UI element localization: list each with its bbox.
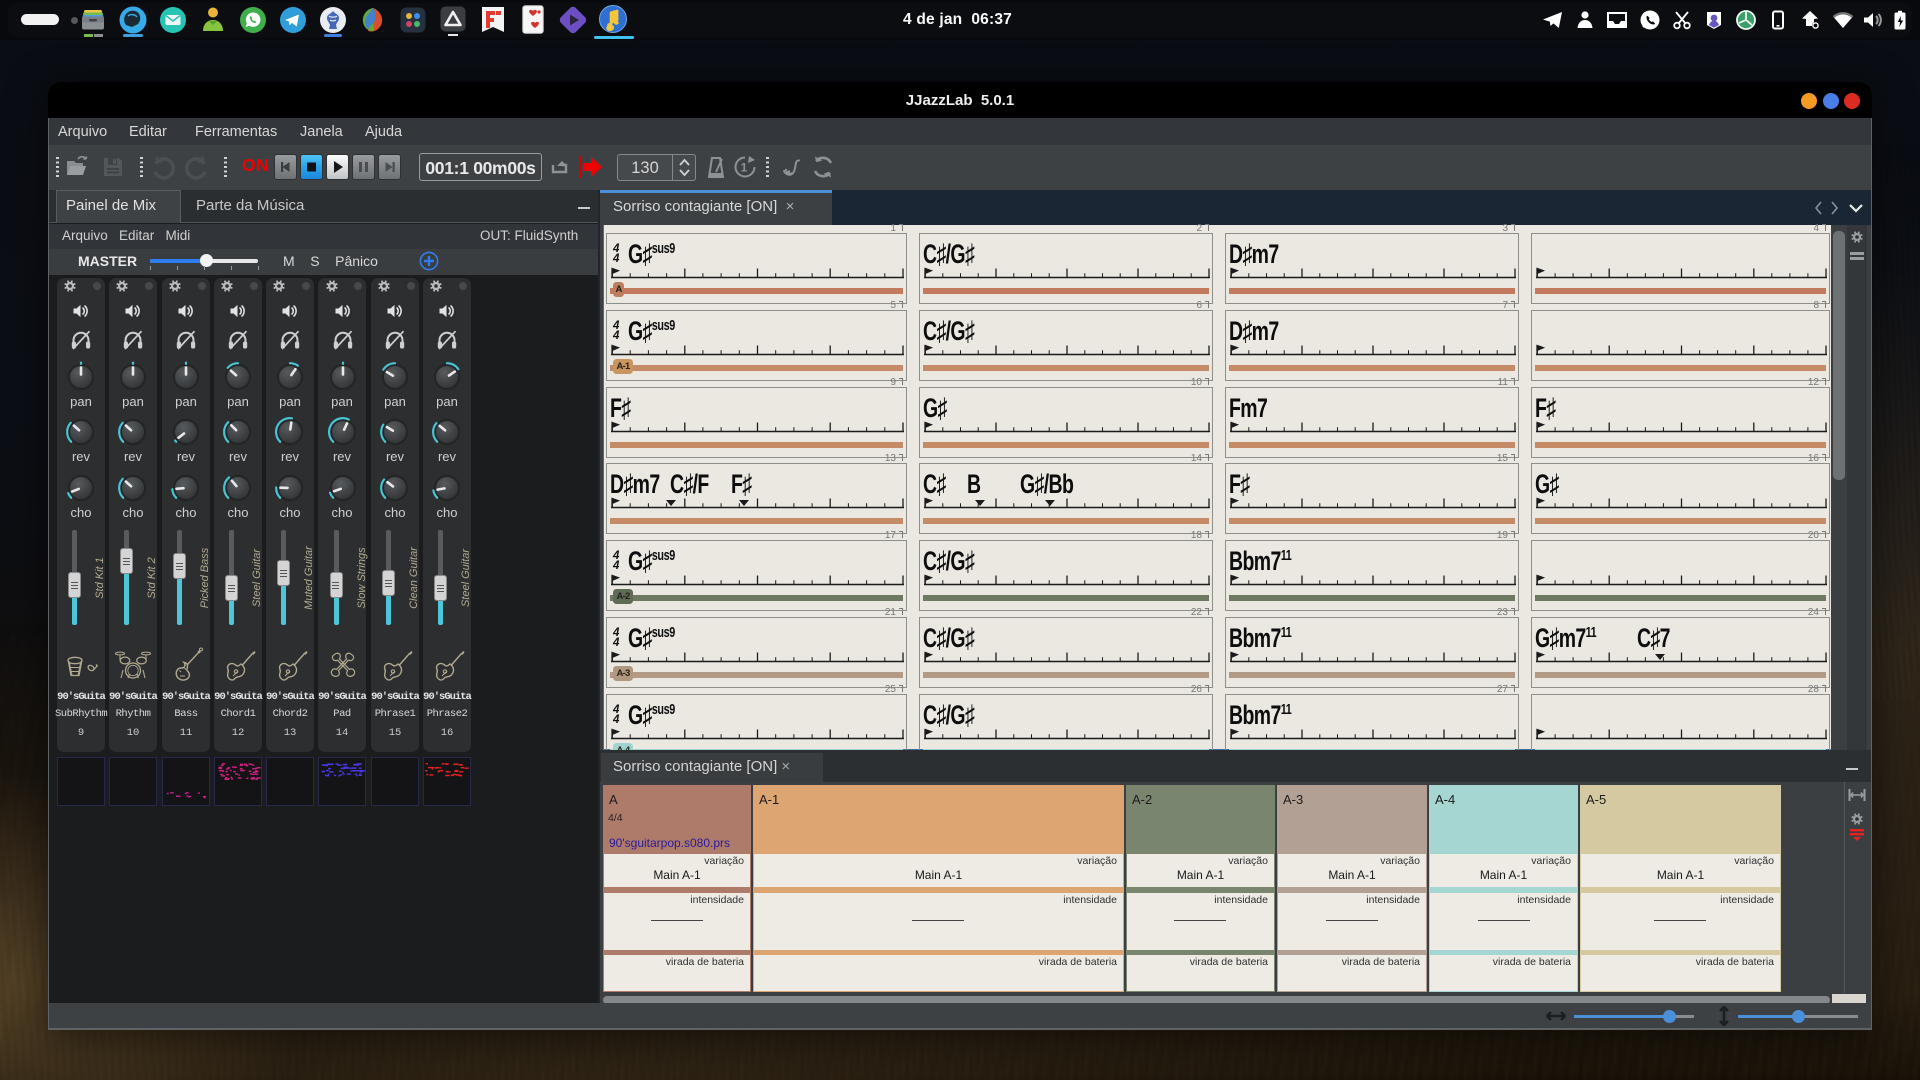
svg-text:1: 1 xyxy=(741,161,748,175)
